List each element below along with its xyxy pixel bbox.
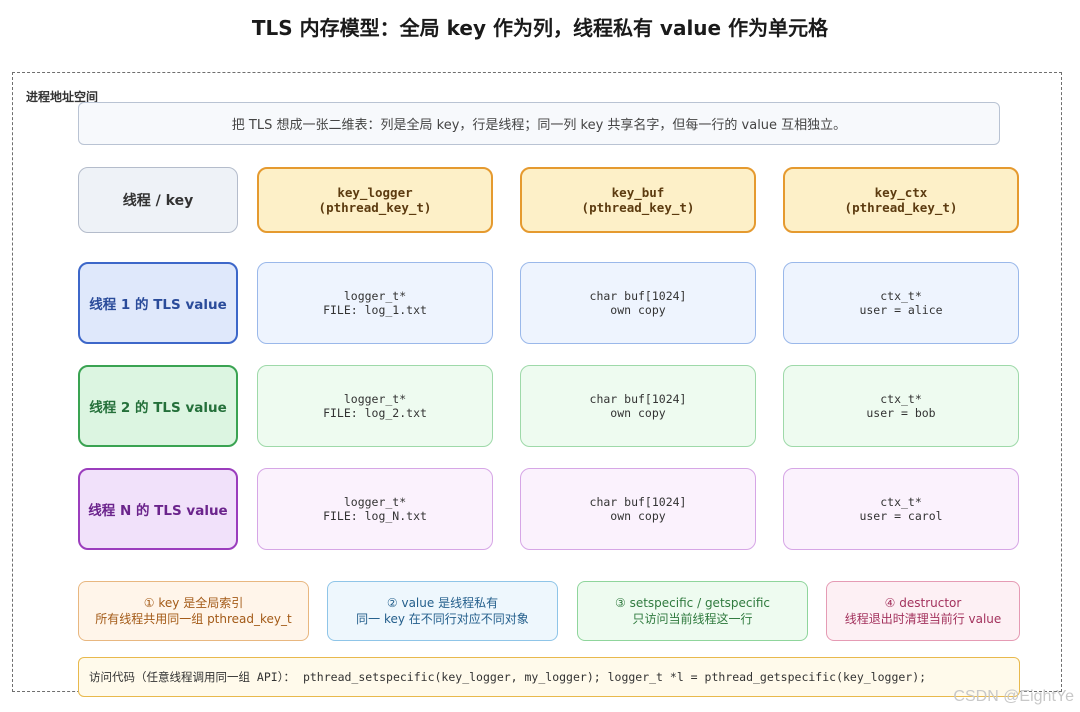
key-name: key_ctx	[874, 185, 928, 200]
value-type: ctx_t*	[880, 495, 922, 509]
key-name: key_logger	[337, 185, 413, 200]
thread-2-row-header: 线程 2 的 TLS value	[78, 365, 238, 447]
value-detail: user = bob	[866, 406, 936, 420]
value-detail: FILE: log_1.txt	[323, 303, 427, 317]
corner-header: 线程 / key	[78, 167, 238, 233]
key-type: (pthread_key_t)	[581, 200, 695, 215]
note-title: ③ setspecific / getspecific	[615, 596, 770, 610]
value-type: ctx_t*	[880, 289, 922, 303]
value-detail: FILE: log_2.txt	[323, 406, 427, 420]
tls-value-cell: ctx_t* user = bob	[783, 365, 1019, 447]
tls-value-cell: logger_t* FILE: log_2.txt	[257, 365, 493, 447]
value-detail: user = carol	[859, 509, 943, 523]
key-name: key_buf	[611, 185, 665, 200]
key-header-buf: key_buf (pthread_key_t)	[520, 167, 756, 233]
intro-note: 把 TLS 想成一张二维表：列是全局 key，行是线程；同一列 key 共享名字…	[78, 102, 1000, 145]
key-header-logger: key_logger (pthread_key_t)	[257, 167, 493, 233]
code-snippet: pthread_setspecific(key_logger, my_logge…	[302, 670, 927, 684]
value-type: ctx_t*	[880, 392, 922, 406]
tls-value-cell: logger_t* FILE: log_1.txt	[257, 262, 493, 344]
value-detail: own copy	[610, 303, 666, 317]
tls-value-cell: char buf[1024] own copy	[520, 262, 756, 344]
value-type: char buf[1024]	[589, 289, 687, 303]
note-title: ② value 是线程私有	[386, 596, 499, 610]
note-title: ④ destructor	[884, 596, 962, 610]
note-text: 所有线程共用同一组 pthread_key_t	[95, 612, 292, 626]
key-header-ctx: key_ctx (pthread_key_t)	[783, 167, 1019, 233]
key-type: (pthread_key_t)	[844, 200, 958, 215]
thread-1-row-header: 线程 1 的 TLS value	[78, 262, 238, 344]
tls-value-cell: logger_t* FILE: log_N.txt	[257, 468, 493, 550]
note-value-thread-private: ② value 是线程私有 同一 key 在不同行对应不同对象	[327, 581, 558, 641]
note-text: 同一 key 在不同行对应不同对象	[356, 612, 529, 626]
thread-n-row-header: 线程 N 的 TLS value	[78, 468, 238, 550]
note-title: ① key 是全局索引	[143, 596, 244, 610]
value-type: logger_t*	[343, 289, 407, 303]
note-text: 只访问当前线程这一行	[632, 612, 753, 626]
note-destructor: ④ destructor 线程退出时清理当前行 value	[826, 581, 1020, 641]
diagram-title: TLS 内存模型：全局 key 作为列，线程私有 value 作为单元格	[251, 16, 829, 40]
access-code-bar: 访问代码（任意线程调用同一组 API）： pthread_setspecific…	[78, 657, 1020, 697]
value-detail: FILE: log_N.txt	[323, 509, 427, 523]
key-type: (pthread_key_t)	[318, 200, 432, 215]
tls-value-cell: char buf[1024] own copy	[520, 365, 756, 447]
value-detail: user = alice	[859, 303, 943, 317]
note-text: 线程退出时清理当前行 value	[844, 612, 1002, 626]
value-detail: own copy	[610, 509, 666, 523]
tls-value-cell: ctx_t* user = carol	[783, 468, 1019, 550]
value-type: logger_t*	[343, 392, 407, 406]
note-set-get-specific: ③ setspecific / getspecific 只访问当前线程这一行	[577, 581, 808, 641]
tls-value-cell: ctx_t* user = alice	[783, 262, 1019, 344]
value-detail: own copy	[610, 406, 666, 420]
value-type: char buf[1024]	[589, 495, 687, 509]
note-key-global-index: ① key 是全局索引 所有线程共用同一组 pthread_key_t	[78, 581, 309, 641]
watermark: CSDN @EightYe	[953, 688, 1074, 705]
value-type: char buf[1024]	[589, 392, 687, 406]
code-label: 访问代码（任意线程调用同一组 API）：	[89, 670, 295, 684]
tls-value-cell: char buf[1024] own copy	[520, 468, 756, 550]
value-type: logger_t*	[343, 495, 407, 509]
